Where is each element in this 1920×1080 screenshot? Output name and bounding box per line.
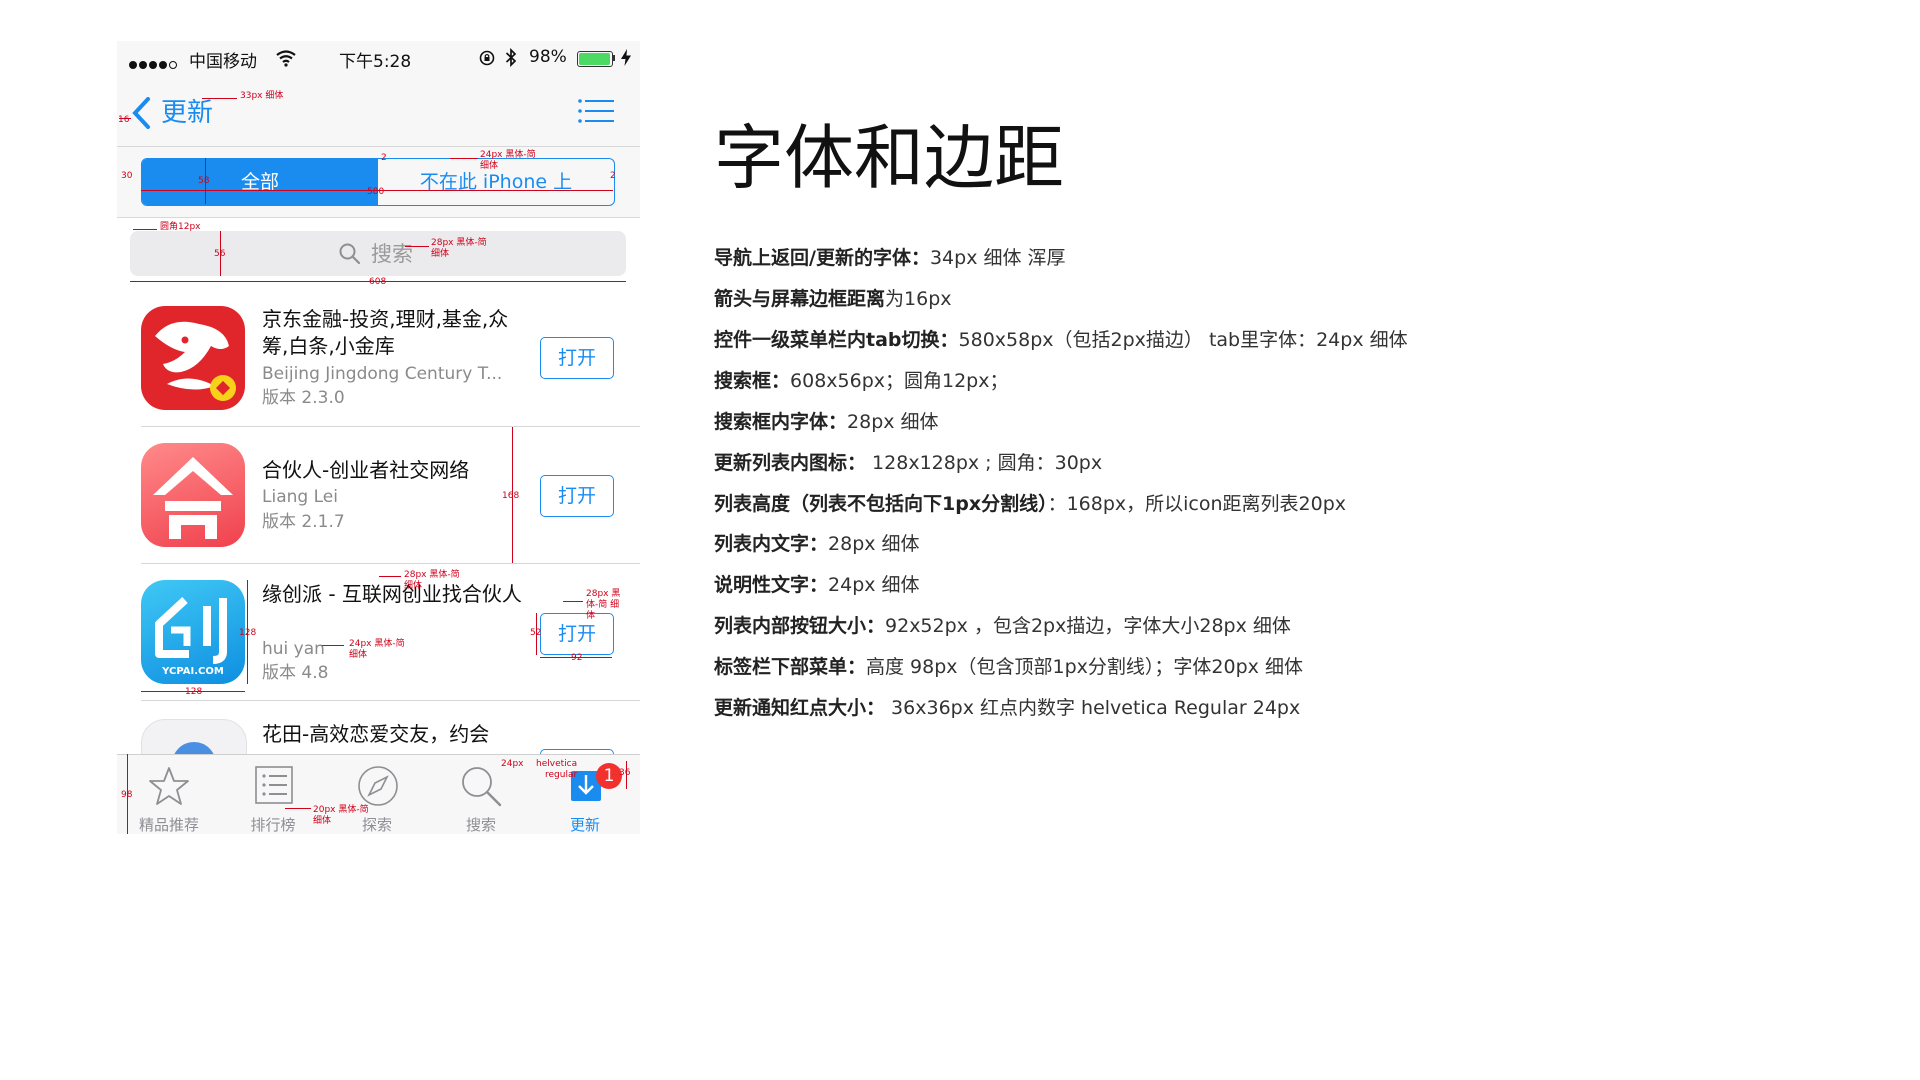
bluetooth-icon	[505, 48, 517, 67]
segment-tab-all[interactable]: 全部	[142, 159, 378, 205]
open-button[interactable]: 打开	[540, 613, 614, 655]
tab-top-charts[interactable]: 排行榜	[221, 755, 325, 834]
row-divider	[141, 563, 640, 564]
annotation: 20px 黑体-简	[313, 805, 369, 815]
chevron-left-icon[interactable]	[131, 97, 151, 129]
spec-line: 搜索框内字体：28px 细体	[714, 411, 939, 433]
page-title: 字体和边距	[714, 117, 1064, 199]
row-divider	[141, 426, 640, 427]
open-button[interactable]: 打开	[540, 475, 614, 517]
app-title: 缘创派 - 互联网创业找合伙人	[262, 582, 522, 606]
tab-explore[interactable]: 探索	[325, 755, 429, 834]
annotation: 33px 细体	[240, 91, 284, 101]
wifi-icon	[276, 50, 296, 67]
spec-line: 搜索框：608x56px；圆角12px；	[714, 370, 1009, 392]
annotation: 28px 黑体-简	[404, 570, 460, 580]
annotation: 28px 黑体-简	[431, 238, 487, 248]
spec-line: 箭头与屏幕边框距离为16px	[714, 288, 952, 310]
spec-line: 说明性文字：24px 细体	[714, 574, 920, 596]
battery-percent: 98%	[529, 47, 567, 67]
spec-line: 列表高度（列表不包括向下1px分割线）：168px，所以icon距离列表20px	[714, 493, 1347, 515]
tab-featured[interactable]: 精品推荐	[117, 755, 221, 834]
spec-line: 导航上返回/更新的字体：34px 细体 浑厚	[714, 247, 1066, 269]
app-icon-jd-finance[interactable]	[141, 306, 245, 410]
spec-line: 更新通知红点大小： 36x36px 红点内数字 helvetica Regula…	[714, 697, 1301, 719]
search-placeholder: 搜索	[371, 242, 413, 266]
spec-line: 更新列表内图标： 128x128px ; 圆角：30px	[714, 452, 1103, 474]
list-icon[interactable]	[578, 99, 614, 123]
app-title: 合伙人-创业者社交网络	[262, 458, 470, 482]
annotation: 细体	[480, 161, 499, 171]
compass-icon	[358, 766, 398, 806]
search-icon	[339, 243, 361, 265]
annotation: 24px 黑体-简	[480, 150, 536, 160]
annotation: 28px 黑	[586, 589, 621, 599]
app-version: 版本 4.8	[262, 663, 329, 683]
app-developer: hui yan	[262, 639, 325, 659]
spec-line: 列表内部按钮大小：92x52px ，包含2px描边，字体大小28px 细体	[714, 615, 1291, 637]
annotation: 24px 黑体-简	[349, 639, 405, 649]
annotation: 体-简 细	[586, 600, 620, 610]
search-icon	[462, 767, 502, 807]
annotation: 体	[586, 611, 596, 621]
row-divider	[141, 700, 640, 701]
rotation-lock-icon	[479, 50, 495, 66]
app-title: 花田-高效恋爱交友，约会	[262, 722, 490, 746]
open-button[interactable]: 打开	[540, 337, 614, 379]
annotation: 52	[530, 628, 542, 638]
app-icon-hehuoren[interactable]	[141, 443, 245, 547]
app-developer: Liang Lei	[262, 487, 338, 507]
app-icon-ycpai[interactable]: YCPAI.COM	[141, 580, 245, 684]
segmented-control: 全部 不在此 iPhone 上	[141, 158, 615, 206]
carrier-label: 中国移动	[189, 52, 257, 72]
spec-line: 列表内文字：28px 细体	[714, 533, 920, 555]
spec-line: 标签栏下部菜单：高度 98px（包含顶部1px分割线）；字体20px 细体	[714, 656, 1303, 678]
ranking-list-icon	[255, 766, 293, 804]
app-title: 京东金融-投资,理财,基金,众筹,白条,小金库	[262, 307, 509, 358]
annotation: 36	[619, 768, 631, 778]
annotation: 16	[118, 115, 130, 125]
annotation: 128	[239, 628, 257, 638]
annotation: 2	[610, 171, 616, 181]
annotation: 2	[381, 153, 387, 163]
app-version: 版本 2.1.7	[262, 512, 345, 532]
phone-screenshot: 中国移动 下午5:28 98% 更新 全部 不在此 iPhone 上 搜索 京东…	[117, 41, 640, 834]
annotation: 细体	[349, 650, 368, 660]
annotation: 58	[198, 176, 210, 186]
battery-icon	[577, 51, 613, 67]
app-version: 版本 2.3.0	[262, 388, 345, 408]
status-time: 下午5:28	[339, 52, 412, 72]
annotation: helvetica	[536, 759, 578, 769]
annotation: 92	[571, 653, 583, 663]
annotation: 细体	[313, 816, 332, 826]
annotation: 98	[121, 790, 133, 800]
charging-bolt-icon	[621, 49, 631, 66]
annotation: 细体	[404, 581, 423, 591]
annotation: 168	[502, 491, 520, 501]
app-icon-caption: YCPAI.COM	[162, 666, 224, 677]
annotation: regular	[545, 770, 578, 780]
annotation: 128	[185, 687, 203, 697]
spec-line: 控件一级菜单栏内tab切换：580x58px（包括2px描边） tab里字体：2…	[714, 329, 1408, 351]
annotation: 56	[214, 249, 226, 259]
app-developer: Beijing Jingdong Century T...	[262, 364, 503, 384]
annotation: 608	[369, 277, 387, 287]
annotation: 580	[367, 187, 385, 197]
star-icon	[149, 767, 189, 805]
annotation: 24px	[501, 759, 524, 769]
annotation: 细体	[431, 249, 450, 259]
status-bar: 中国移动 下午5:28 98%	[117, 41, 640, 75]
signal-dots-icon	[129, 54, 179, 73]
annotation: 30	[121, 171, 133, 181]
annotation: 圆角12px	[160, 222, 201, 232]
